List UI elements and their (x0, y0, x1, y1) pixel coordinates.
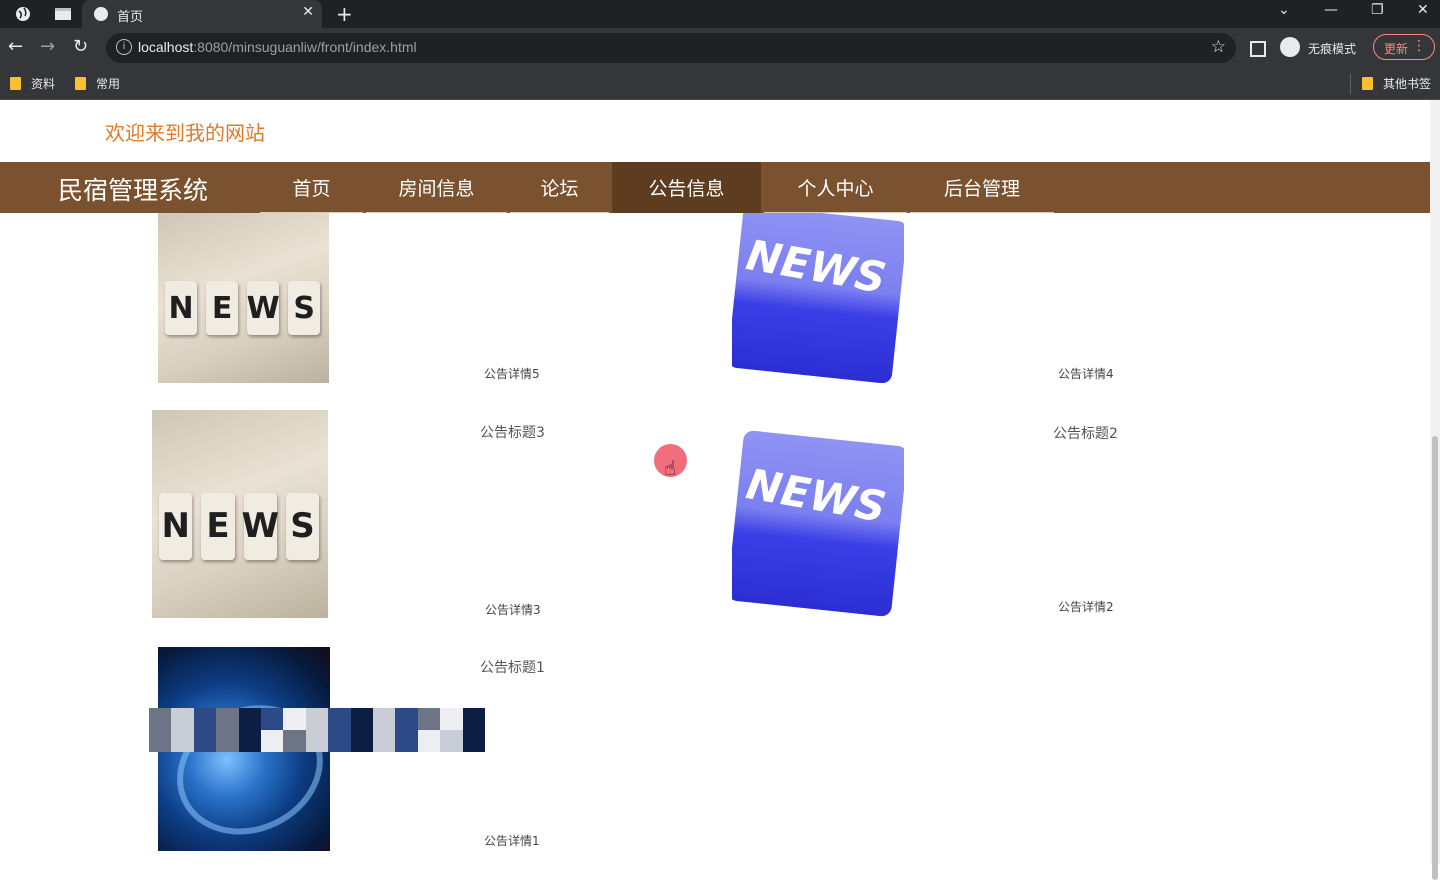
browser-toolbar: ← → ↻ i localhost:8080/minsuguanliw/fron… (0, 28, 1440, 68)
notice-detail-2[interactable]: 公告详情2 (1058, 598, 1114, 615)
notice-title-1[interactable]: 公告标题1 (480, 657, 545, 677)
notice-detail-1[interactable]: 公告详情1 (484, 832, 540, 849)
bookmarks-bar: 资料 常用 其他书签 (0, 68, 1440, 100)
close-tab-icon[interactable]: ✕ (302, 4, 314, 20)
bookmark-star-icon[interactable]: ☆ (1211, 37, 1226, 57)
other-bookmarks[interactable]: 其他书签 (1362, 75, 1431, 92)
folder-icon (1362, 77, 1373, 90)
page-scrollbar[interactable] (1430, 100, 1440, 880)
news-letter-w: W (247, 281, 280, 336)
bookmarks-divider (1350, 74, 1351, 94)
bookmark-folder-changyong[interactable]: 常用 (75, 75, 120, 92)
pixelated-redaction (149, 708, 485, 752)
tab-title: 首页 (117, 9, 144, 24)
address-bar[interactable]: i localhost:8080/minsuguanliw/front/inde… (106, 33, 1236, 63)
hand-cursor-icon: ☝ (664, 456, 677, 480)
welcome-text: 欢迎来到我的网站 (105, 121, 265, 145)
side-panel-icon[interactable] (1250, 41, 1266, 57)
update-button[interactable]: 更新 ⋮ (1373, 34, 1435, 60)
site-info-icon[interactable]: i (116, 39, 132, 55)
notice-title-2[interactable]: 公告标题2 (1053, 423, 1118, 443)
browser-tab-strip: 首页 ✕ + ⌄ — ❐ ✕ (0, 0, 1440, 28)
notice-image-3[interactable]: N E W S (152, 410, 328, 618)
active-tab[interactable]: 首页 ✕ (82, 0, 322, 28)
news-letter-n: N (159, 493, 193, 560)
incognito-label: 无痕模式 (1308, 42, 1357, 56)
nav-forum[interactable]: 论坛 (510, 162, 609, 213)
restore-icon[interactable]: ❐ (1371, 2, 1384, 18)
news-letter-s: S (287, 281, 321, 336)
globe-icon[interactable] (12, 4, 34, 24)
notice-detail-5[interactable]: 公告详情5 (484, 365, 540, 382)
news-letter-s: S (285, 493, 320, 560)
close-window-icon[interactable]: ✕ (1417, 2, 1429, 18)
minimize-icon[interactable]: — (1324, 2, 1338, 18)
notice-image-5[interactable]: N E W S (158, 213, 329, 383)
folder-icon (75, 77, 86, 90)
brand-title: 民宿管理系统 (58, 176, 209, 205)
forward-icon[interactable]: → (40, 36, 55, 57)
globe-icon (94, 7, 108, 21)
window-icon[interactable] (52, 4, 74, 24)
notice-image-4[interactable]: NEWS (732, 213, 904, 383)
url-text[interactable]: localhost:8080/minsuguanliw/front/index.… (138, 39, 417, 55)
notice-detail-3[interactable]: 公告详情3 (485, 601, 541, 618)
notice-title-3[interactable]: 公告标题3 (480, 422, 545, 442)
back-icon[interactable]: ← (8, 36, 23, 57)
nav-rooms[interactable]: 房间信息 (366, 162, 507, 213)
reload-icon[interactable]: ↻ (73, 36, 88, 57)
notice-image-2[interactable]: NEWS (732, 414, 904, 617)
tab-search-icon[interactable]: ⌄ (1278, 2, 1290, 18)
bookmark-folder-ziliao[interactable]: 资料 (10, 75, 55, 92)
notice-detail-4[interactable]: 公告详情4 (1058, 365, 1114, 382)
nav-profile[interactable]: 个人中心 (764, 162, 907, 213)
news-letter-w: W (241, 493, 279, 560)
nav-notices[interactable]: 公告信息 (612, 162, 761, 213)
main-nav: 民宿管理系统 首页 房间信息 论坛 公告信息 个人中心 后台管理 (0, 162, 1430, 213)
incognito-icon (1280, 37, 1300, 57)
nav-home[interactable]: 首页 (260, 162, 363, 213)
nav-admin[interactable]: 后台管理 (910, 162, 1054, 213)
news-letter-e: E (205, 281, 239, 336)
more-menu-icon: ⋮ (1412, 38, 1426, 54)
news-letter-e: E (201, 493, 235, 560)
folder-icon (10, 77, 21, 90)
news-letter-n: N (164, 281, 198, 336)
scrollbar-thumb[interactable] (1432, 436, 1438, 880)
new-tab-button[interactable]: + (336, 2, 353, 26)
